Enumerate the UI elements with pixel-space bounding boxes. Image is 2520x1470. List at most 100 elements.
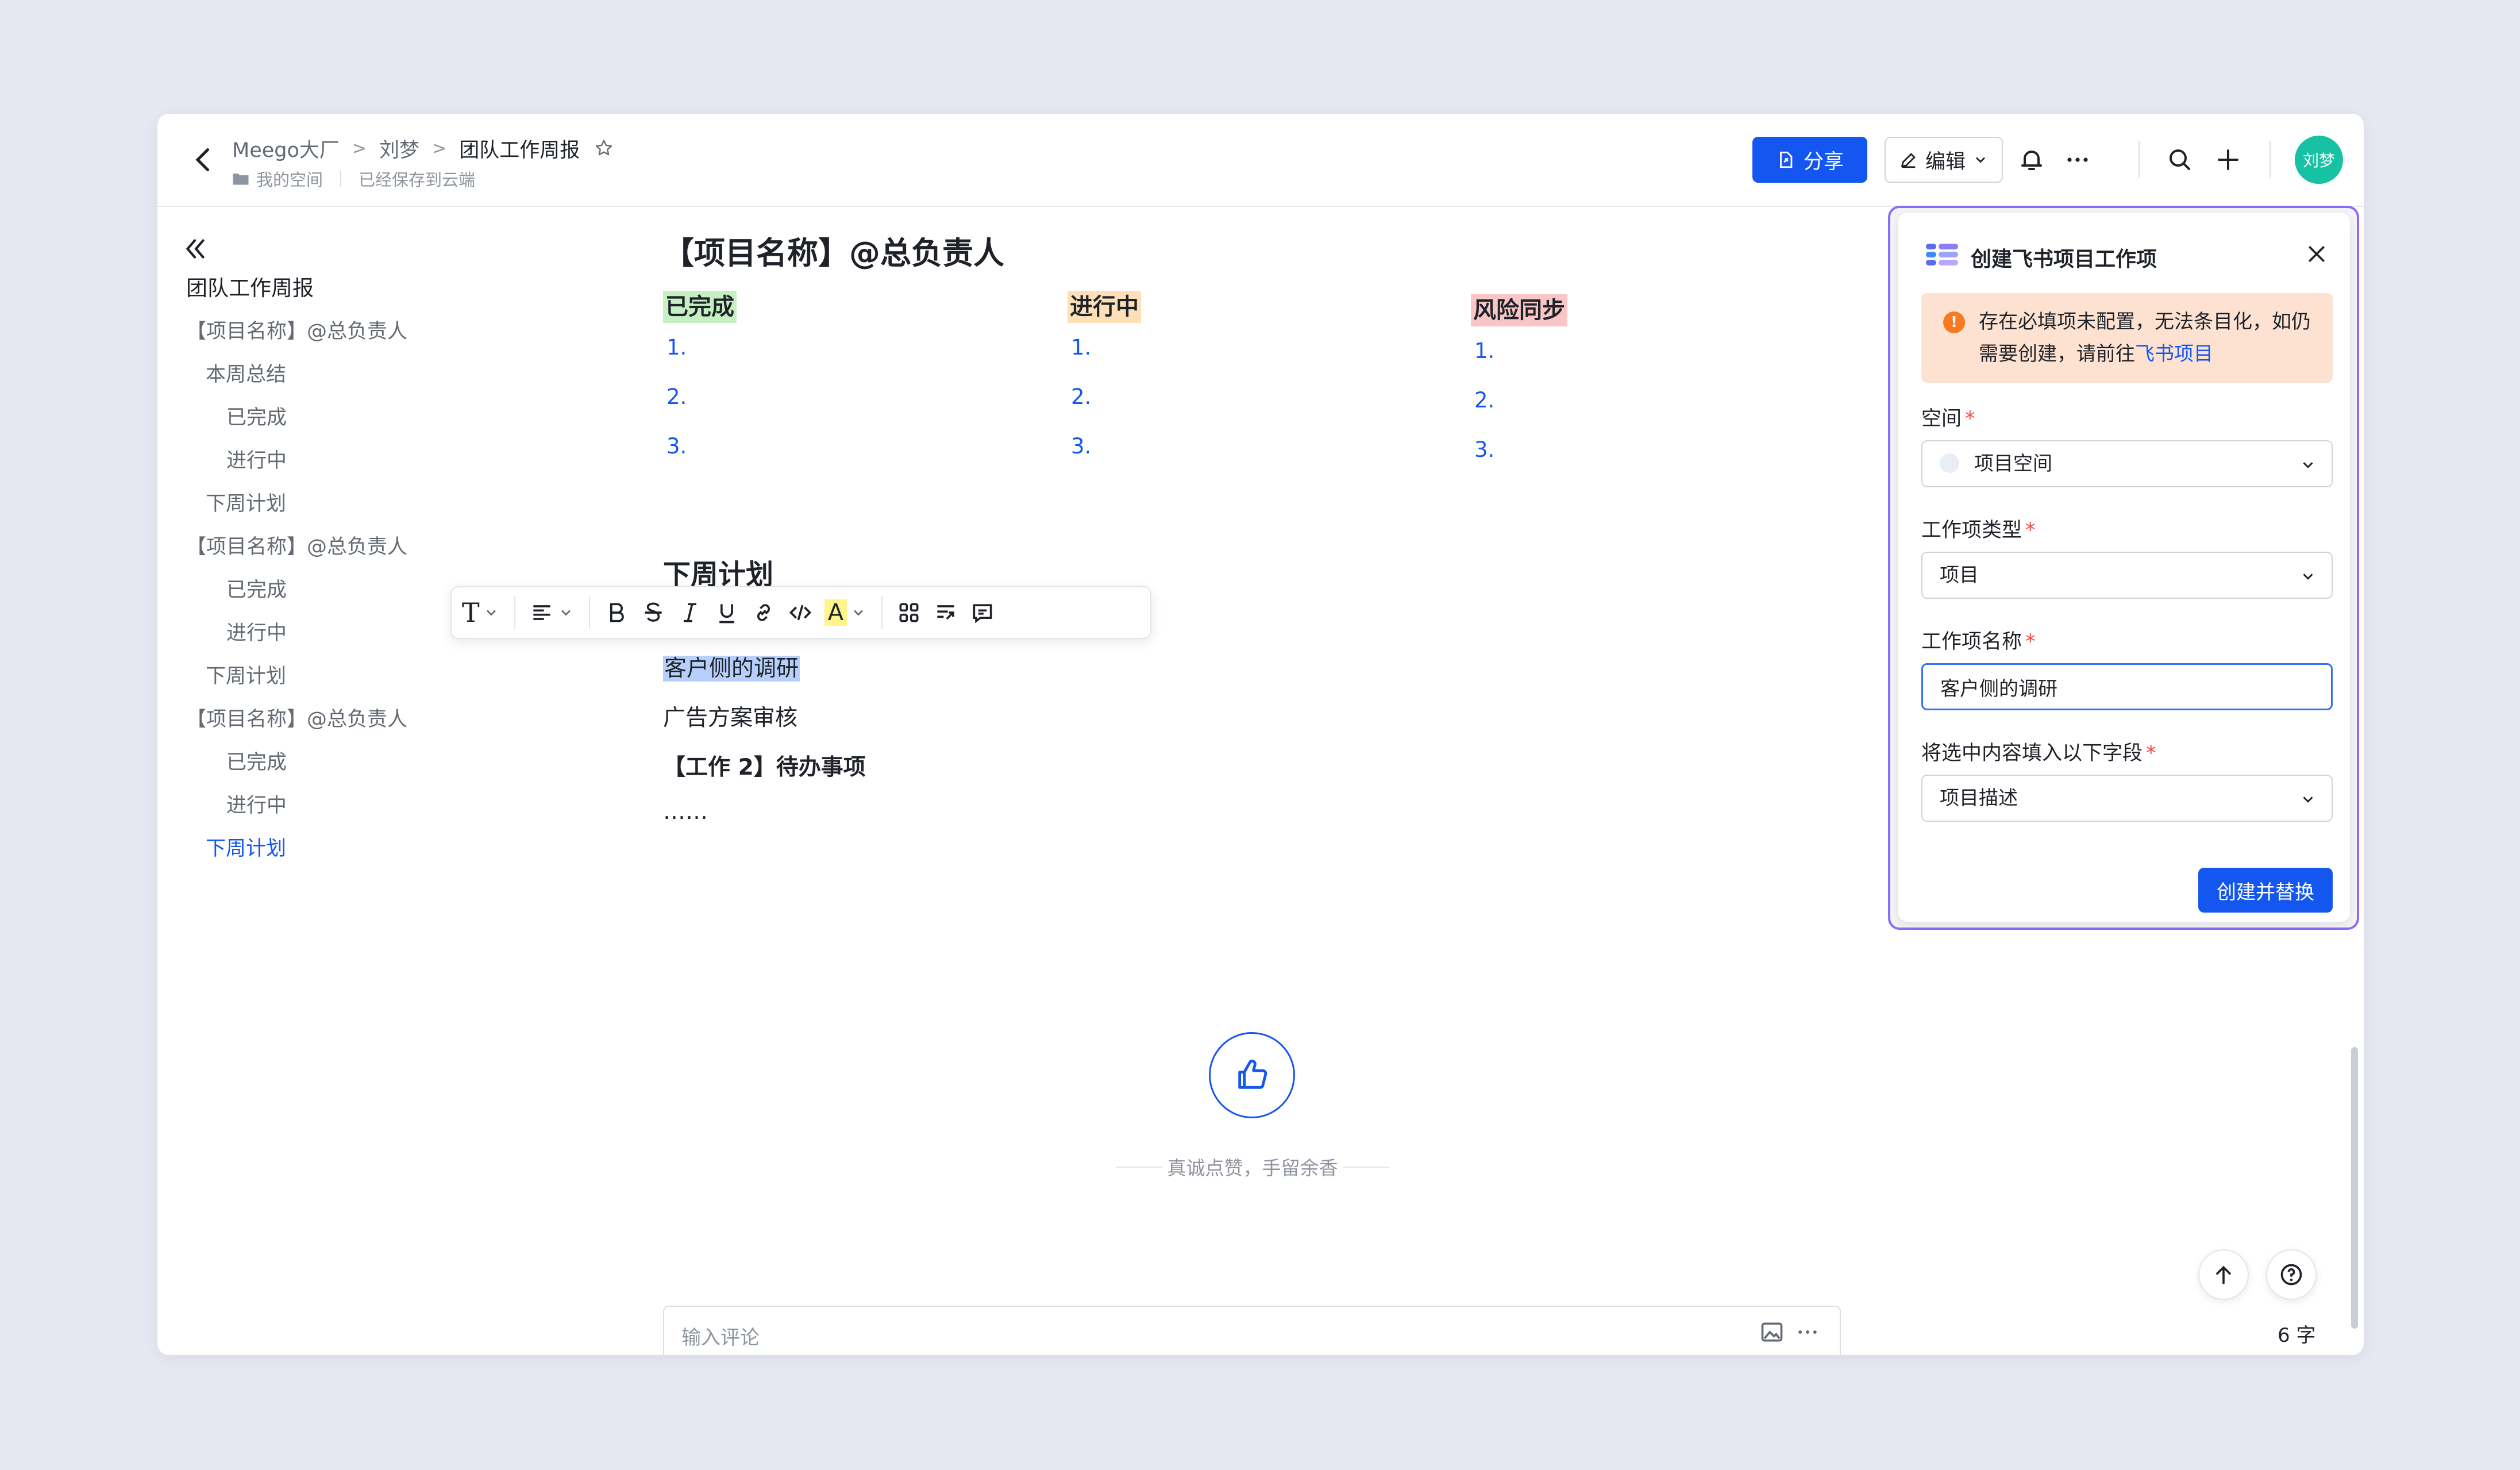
list-item[interactable]: 2. — [1471, 376, 1816, 425]
folder-icon — [233, 174, 249, 185]
outline-item[interactable]: 团队工作周报 — [186, 274, 485, 317]
location-label[interactable]: 我的空间 — [256, 167, 323, 191]
selected-text[interactable]: 客户侧的调研 — [663, 656, 800, 682]
chevron-down-icon — [2303, 796, 2313, 803]
outline-item[interactable]: 下周计划 — [186, 661, 485, 705]
warning-alert: ! 存在必填项未配置，无法条目化，如仍需要创建，请前往飞书项目 — [1921, 293, 2333, 383]
back-arrow-icon[interactable] — [186, 143, 221, 177]
chevron-down-icon — [1976, 157, 1985, 163]
status-tag[interactable]: 已完成 — [663, 291, 737, 323]
plus-icon[interactable] — [2214, 146, 2242, 174]
outline-item[interactable]: 进行中 — [186, 791, 485, 834]
space-value: 项目空间 — [1974, 452, 2052, 475]
search-icon[interactable] — [2166, 146, 2194, 174]
align-button[interactable] — [529, 595, 574, 630]
field-label-name: 工作项名称 * — [1921, 625, 2036, 655]
edit-mode-button[interactable]: 编辑 — [1885, 137, 2003, 183]
text-line-selected[interactable]: 客户侧的调研 — [663, 651, 800, 683]
bold-icon — [610, 603, 624, 622]
outline-item[interactable]: 已完成 — [186, 748, 485, 791]
outline-item[interactable]: 已完成 — [186, 403, 485, 446]
list-item[interactable]: 3. — [663, 422, 1008, 471]
bell-icon[interactable] — [2018, 146, 2045, 174]
outline-item[interactable]: 本周总结 — [186, 360, 485, 403]
align-left-icon — [533, 605, 550, 620]
target-value: 项目描述 — [1940, 787, 2018, 810]
list-item[interactable]: 3. — [1068, 422, 1412, 471]
breadcrumb-item[interactable]: Meego大厂 — [232, 134, 340, 163]
divider — [2138, 141, 2140, 178]
user-avatar[interactable]: 刘梦 — [2295, 136, 2343, 184]
strikethrough-button[interactable] — [641, 595, 666, 630]
underline-button[interactable] — [714, 595, 739, 630]
comment-icon — [973, 604, 992, 624]
link-icon — [757, 604, 770, 621]
text-line[interactable]: 广告方案审核 — [663, 700, 797, 732]
list-item[interactable]: 1. — [1471, 326, 1816, 376]
space-select[interactable]: 项目空间 — [1921, 440, 2333, 487]
breadcrumb: Meego大厂 > 刘梦 > 团队工作周报 — [232, 133, 614, 163]
italic-button[interactable] — [677, 595, 703, 630]
outline-item[interactable]: 已完成 — [186, 575, 485, 618]
help-button[interactable] — [2266, 1249, 2317, 1300]
list-item[interactable]: 1. — [1068, 323, 1412, 372]
feishu-project-link[interactable]: 飞书项目 — [2135, 343, 2213, 365]
work-item-name-input[interactable] — [1921, 663, 2333, 710]
link-button[interactable] — [751, 595, 776, 630]
status-tag[interactable]: 进行中 — [1068, 291, 1141, 323]
type-select[interactable]: 项目 — [1921, 552, 2333, 599]
image-icon[interactable] — [1759, 1319, 1785, 1345]
code-button[interactable] — [788, 595, 813, 630]
create-and-replace-button[interactable]: 创建并替换 — [2198, 868, 2333, 913]
field-label-type: 工作项类型 * — [1921, 514, 2036, 543]
list-item[interactable]: 2. — [1068, 372, 1412, 422]
field-label-space: 空间 * — [1921, 402, 1975, 432]
list-item[interactable]: 1. — [663, 323, 1008, 372]
breadcrumb-separator: > — [352, 138, 367, 159]
field-label-text: 将选中内容填入以下字段 — [1921, 742, 2143, 765]
bold-button[interactable] — [604, 595, 629, 630]
doc-outline: 团队工作周报 【项目名称】@总负责人 本周总结 已完成 进行中 下周计划 【项目… — [186, 274, 485, 877]
outline-item[interactable]: 下周计划 — [186, 489, 485, 532]
create-task-button[interactable] — [933, 595, 958, 630]
comment-input[interactable]: 输入评论 — [663, 1306, 1841, 1355]
feishu-project-logo-icon — [1926, 244, 1958, 265]
close-icon[interactable] — [2305, 243, 2328, 265]
list-item[interactable]: 3. — [1471, 425, 1816, 475]
like-button[interactable] — [1209, 1032, 1295, 1118]
outline-item[interactable]: 【项目名称】@总负责人 — [186, 532, 485, 575]
comment-button[interactable] — [970, 595, 995, 630]
outline-item[interactable]: 【项目名称】@总负责人 — [186, 705, 485, 748]
chevron-down-icon — [2303, 574, 2313, 580]
star-icon[interactable] — [594, 138, 614, 159]
share-doc-icon — [1780, 151, 1793, 168]
save-status: 已经保存到云端 — [359, 170, 476, 190]
collapse-sidebar-icon[interactable] — [180, 234, 209, 263]
breadcrumb-item[interactable]: 刘梦 — [379, 134, 419, 163]
share-button[interactable]: 分享 — [1752, 137, 1867, 183]
text-line[interactable]: 【工作 2】待办事项 — [663, 749, 866, 782]
outline-item[interactable]: 进行中 — [186, 618, 485, 661]
outline-item[interactable]: 进行中 — [186, 446, 485, 489]
more-icon[interactable] — [1795, 1319, 1820, 1345]
blocks-button[interactable] — [896, 595, 922, 630]
scrollbar[interactable] — [2351, 1047, 2358, 1329]
more-icon[interactable] — [2064, 146, 2091, 174]
text-line[interactable]: …… — [663, 799, 708, 825]
status-column-done: 已完成 1. 2. 3. — [663, 291, 1008, 471]
list-item[interactable]: 2. — [663, 372, 1008, 422]
top-bar: Meego大厂 > 刘梦 > 团队工作周报 我的空间 已经保存到云端 分享 编辑 — [157, 114, 2364, 207]
text-style-label: T — [462, 597, 480, 628]
doc-title[interactable]: 团队工作周报 — [459, 134, 580, 163]
outline-item-active[interactable]: 下周计划 — [186, 834, 485, 877]
scroll-top-button[interactable] — [2198, 1249, 2249, 1300]
target-field-select[interactable]: 项目描述 — [1921, 775, 2333, 822]
status-tag[interactable]: 风险同步 — [1471, 294, 1567, 326]
divider — [514, 596, 515, 629]
arrow-up-icon — [2216, 1265, 2231, 1284]
chevron-down-icon — [2303, 462, 2313, 468]
section-heading[interactable]: 【项目名称】@总负责人 — [663, 228, 1004, 273]
highlight-button[interactable]: A — [824, 595, 866, 630]
text-style-button[interactable]: T — [462, 595, 499, 630]
outline-item[interactable]: 【项目名称】@总负责人 — [186, 317, 485, 360]
